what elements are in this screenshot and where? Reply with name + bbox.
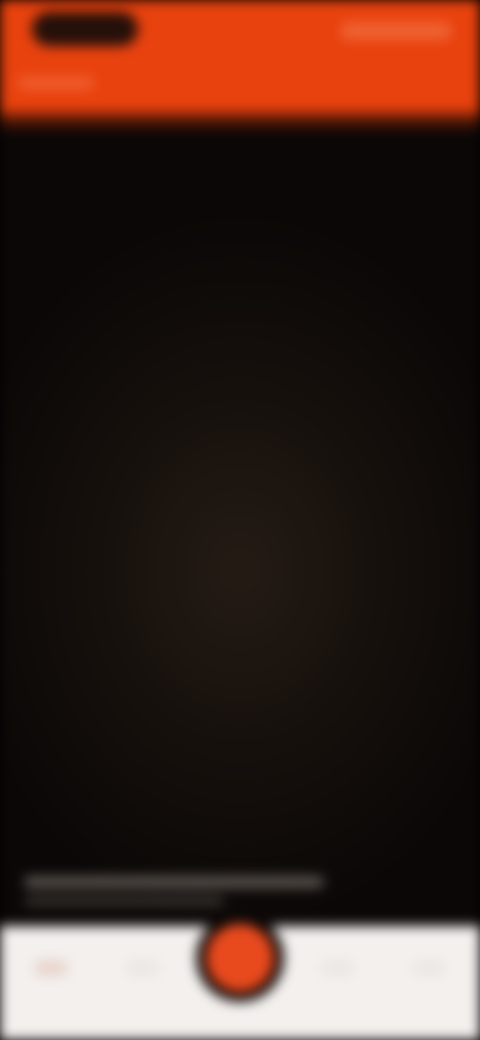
app-screen — [0, 0, 480, 1040]
caption-subtext — [24, 896, 224, 906]
app-logo-icon[interactable] — [32, 12, 138, 46]
header-subtitle — [18, 76, 94, 90]
nav-item-4[interactable] — [320, 960, 354, 976]
record-icon[interactable] — [206, 924, 274, 992]
media-viewport[interactable] — [0, 130, 480, 930]
header-action-button[interactable] — [340, 22, 452, 40]
caption-text — [24, 876, 324, 888]
nav-item-2[interactable] — [126, 960, 160, 976]
nav-item-5[interactable] — [412, 960, 446, 976]
nav-item-1[interactable] — [34, 960, 68, 976]
